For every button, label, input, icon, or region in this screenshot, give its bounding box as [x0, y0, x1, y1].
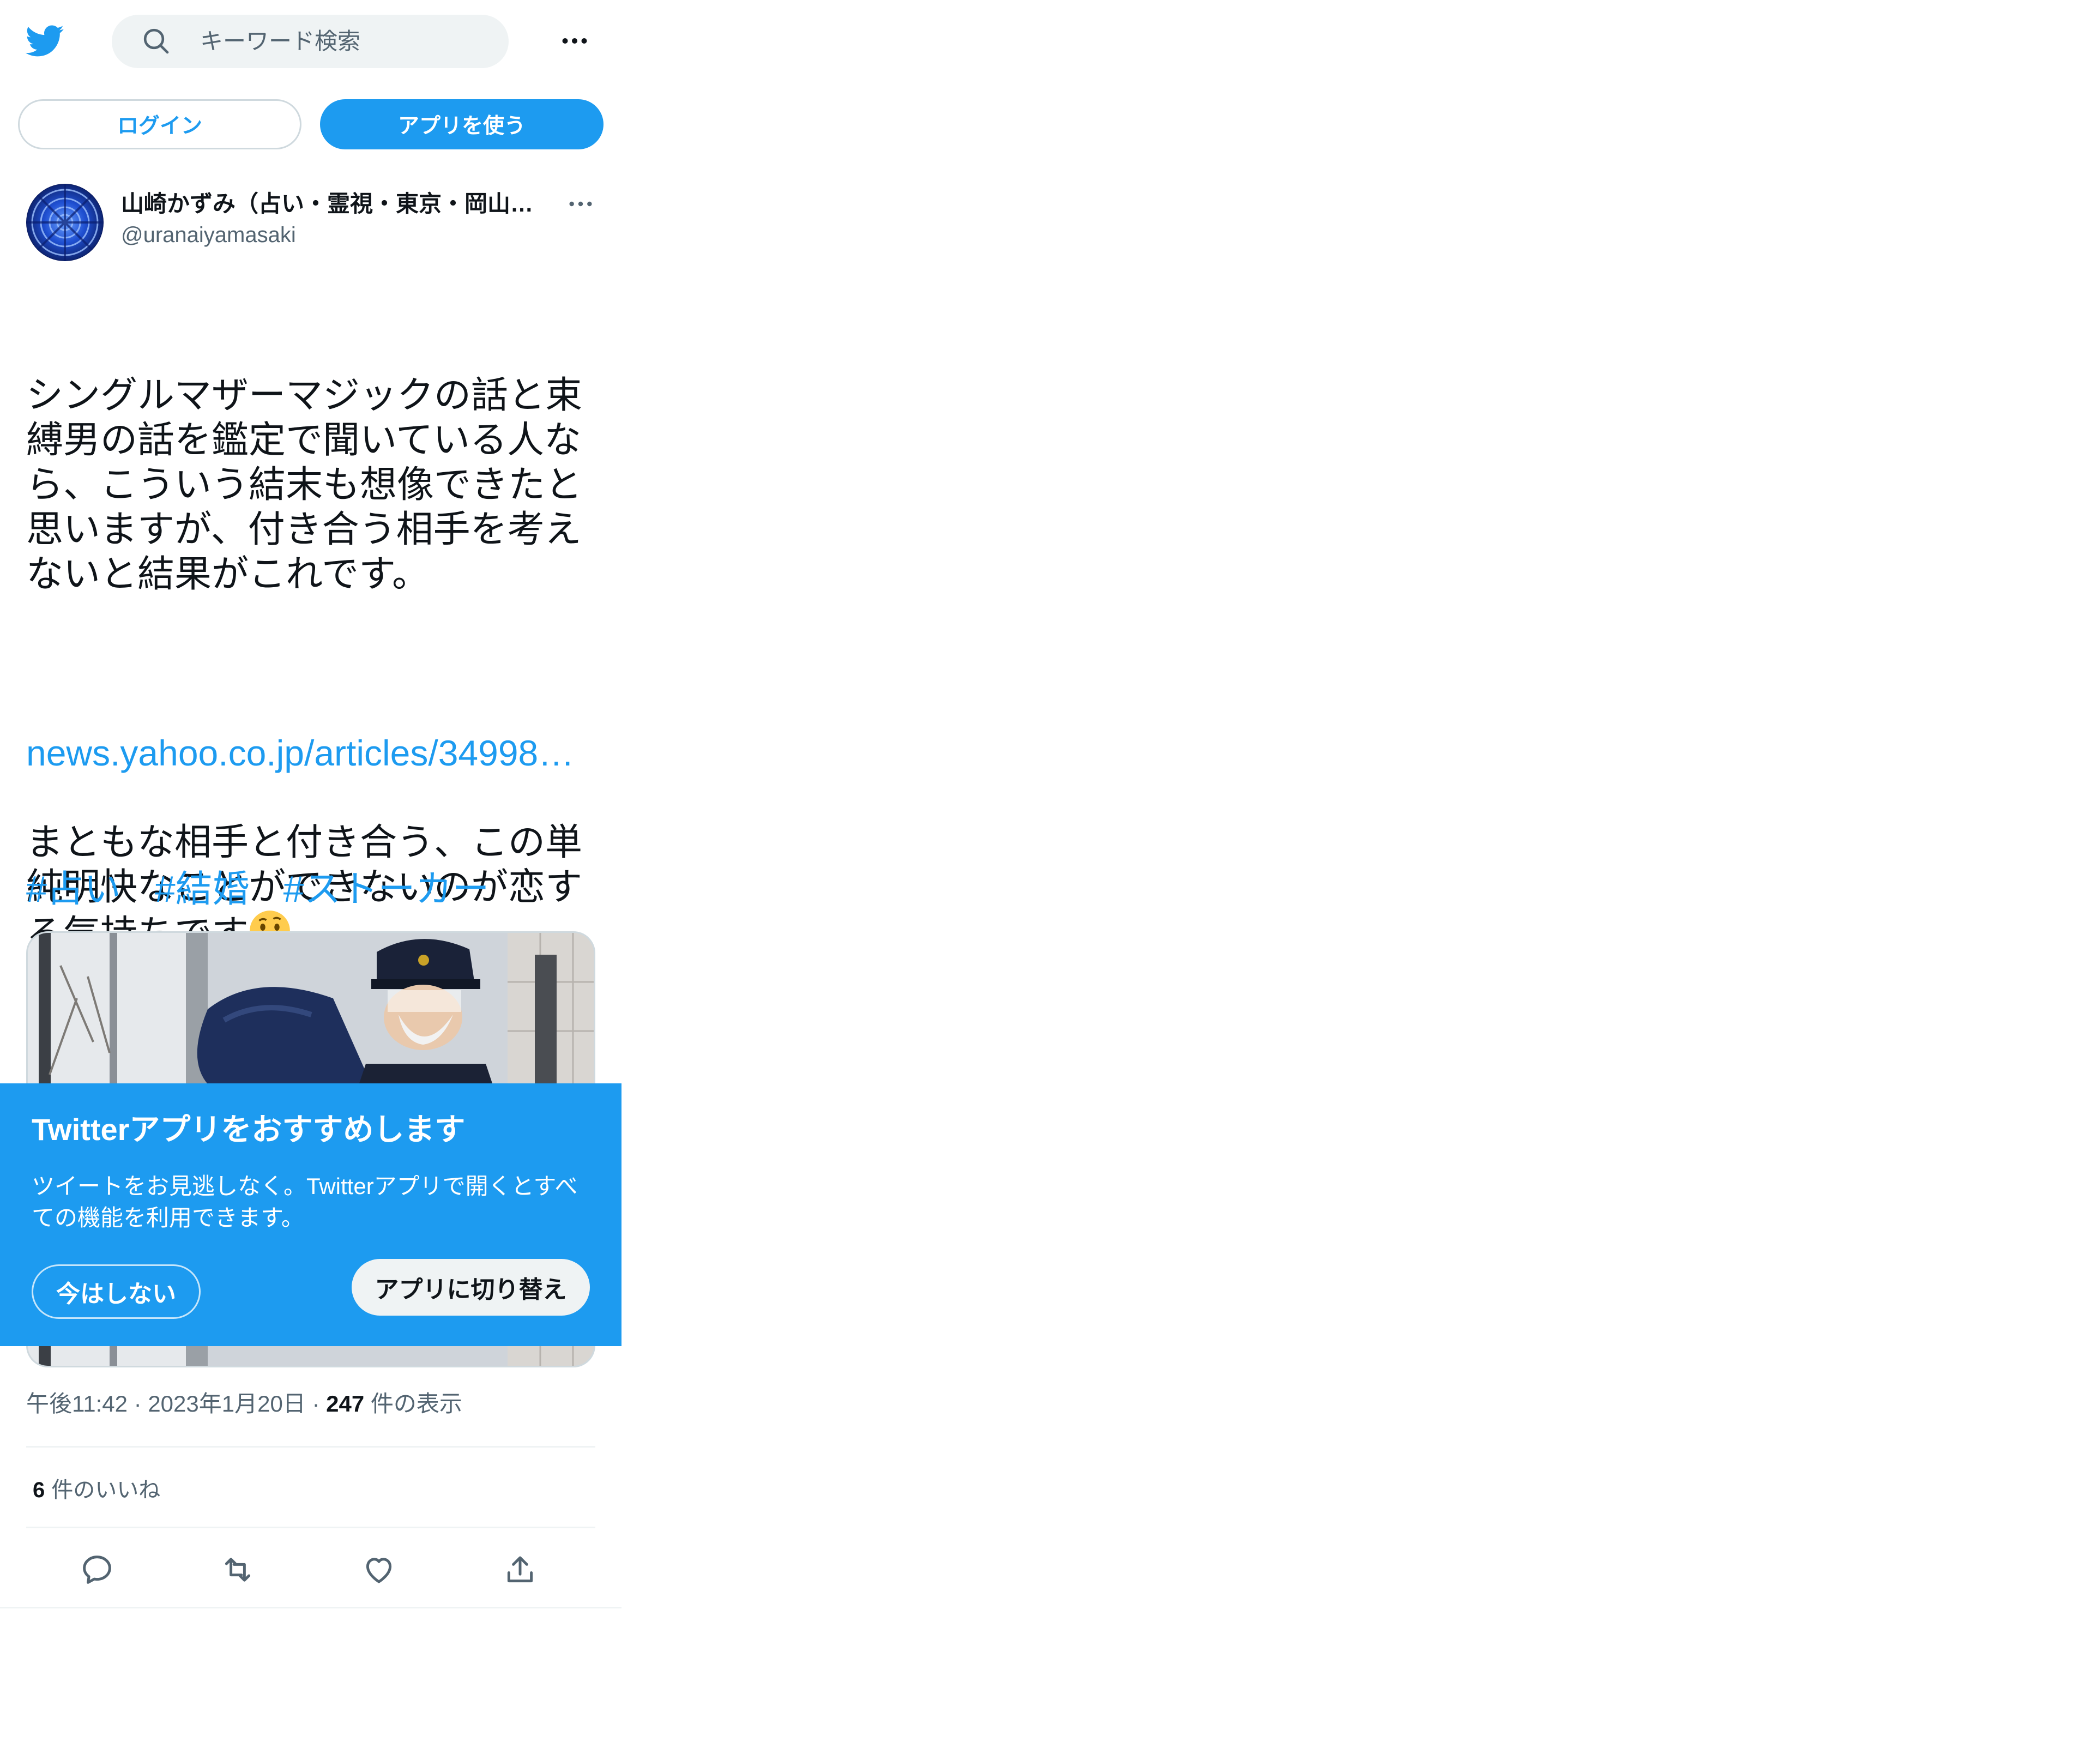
login-button[interactable]: ログイン: [18, 99, 301, 149]
hashtag-list: #占い #結婚 #ストーカー: [26, 867, 523, 912]
separator-dot: ·: [312, 1391, 327, 1416]
use-app-button-label: アプリを使う: [397, 114, 526, 138]
likes-count: 6: [33, 1478, 45, 1502]
banner-description: ツイートをお見逃しなく。Twitterアプリで開くとすべての機能を利用できます。: [32, 1173, 578, 1231]
banner-title: Twitterアプリをおすすめします: [32, 1112, 466, 1147]
retweet-icon[interactable]: [220, 1552, 256, 1588]
like-heart-icon[interactable]: [361, 1552, 397, 1588]
tweet-time[interactable]: 午後11:42: [26, 1391, 128, 1416]
author-handle[interactable]: @uranaiyamasaki: [121, 221, 296, 249]
not-now-button[interactable]: 今はしない: [32, 1264, 201, 1319]
reply-icon[interactable]: [79, 1552, 115, 1588]
tweet-text-paragraph: シングルマザーマジックの話と束縛男の話を鑑定で聞いている人なら、こういう結末も想…: [26, 375, 583, 595]
use-app-button[interactable]: アプリを使う: [320, 99, 604, 149]
divider: [26, 1446, 595, 1448]
search-icon: [143, 28, 169, 54]
views-count: 247: [326, 1391, 365, 1416]
avatar[interactable]: [26, 184, 104, 261]
tweet-page: キーワード検索 ログイン アプリを使う 山崎かずみ（占い・霊視・東京・岡山・ @…: [0, 0, 621, 1608]
switch-to-app-label: アプリに切り替え: [375, 1276, 567, 1303]
app-promo-banner: Twitterアプリをおすすめします ツイートをお見逃しなく。Twitterアプ…: [0, 1083, 621, 1346]
top-bar: キーワード検索: [0, 0, 621, 82]
search-input[interactable]: キーワード検索: [200, 26, 360, 57]
twitter-bird-icon[interactable]: [24, 21, 64, 61]
blue-rose-avatar-image: [26, 184, 104, 261]
tweet-date[interactable]: 2023年1月20日: [148, 1391, 306, 1416]
switch-to-app-button[interactable]: アプリに切り替え: [352, 1259, 590, 1316]
tweet-meta: 午後11:42 · 2023年1月20日 · 247 件の表示: [26, 1389, 462, 1419]
hashtag-link[interactable]: #結婚: [155, 869, 250, 910]
tweet-more-icon[interactable]: [565, 189, 596, 219]
login-button-label: ログイン: [117, 114, 202, 138]
hashtag-link[interactable]: #ストーカー: [283, 869, 490, 910]
likes-row[interactable]: 6 件のいいね: [33, 1475, 160, 1505]
article-link[interactable]: news.yahoo.co.jp/articles/34998…: [26, 731, 604, 775]
more-options-icon[interactable]: [558, 25, 591, 57]
views-label: 件の表示: [370, 1391, 462, 1416]
author-name[interactable]: 山崎かずみ（占い・霊視・東京・岡山・大阪）: [121, 189, 541, 219]
not-now-label: 今はしない: [56, 1281, 176, 1307]
divider: [26, 1527, 595, 1528]
separator-dot: ·: [134, 1391, 148, 1416]
likes-label: 件のいいね: [51, 1478, 161, 1502]
share-icon[interactable]: [502, 1552, 538, 1588]
divider: [0, 1607, 621, 1608]
hashtag-link[interactable]: #占い: [26, 869, 121, 910]
